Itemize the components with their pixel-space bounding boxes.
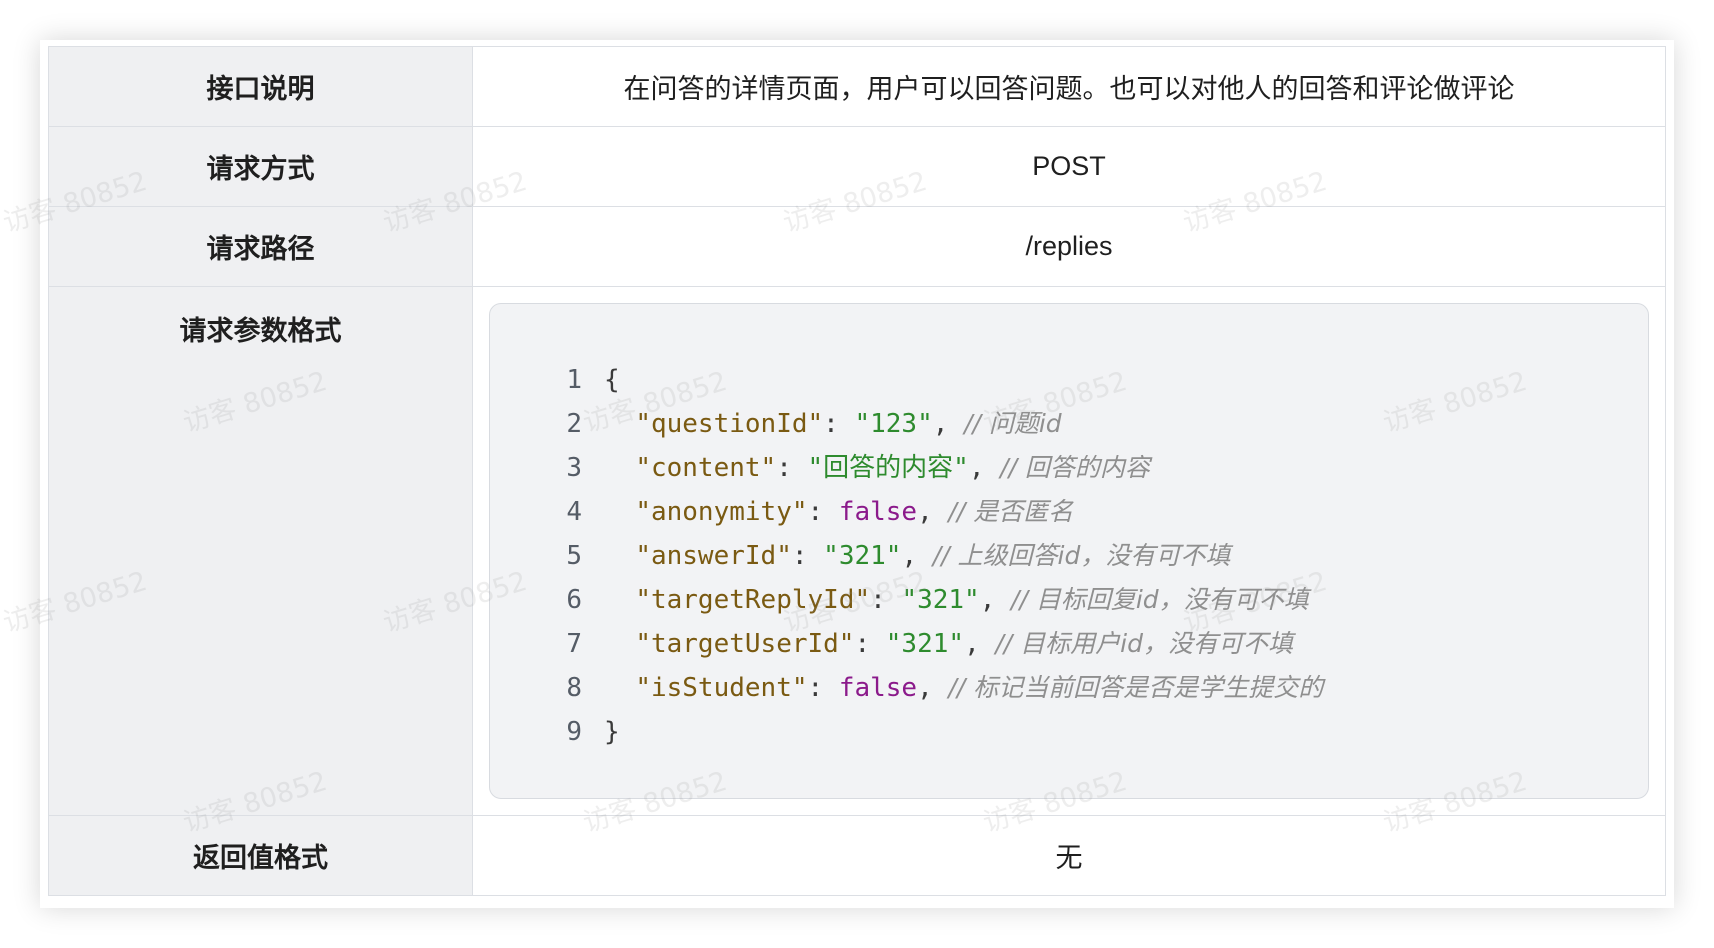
code-token-punc (604, 629, 635, 659)
code-token-punc (604, 497, 635, 527)
code-line: 2 "questionId": "123", // 问题id (490, 402, 1648, 446)
code-token-punc (604, 673, 635, 703)
code-token-punc: : (791, 541, 824, 571)
line-code: { (582, 358, 620, 402)
code-token-key: "isStudent" (635, 673, 808, 703)
value-description: 在问答的详情页面，用户可以回答问题。也可以对他人的回答和评论做评论 (472, 46, 1666, 127)
line-number: 4 (566, 497, 582, 527)
value-params: 1{2 "questionId": "123", // 问题id 3 "conte… (472, 286, 1666, 816)
code-token-key: "questionId" (635, 409, 824, 439)
code-line: 6 "targetReplyId": "321", // 目标回复id，没有可不… (490, 578, 1648, 622)
code-token-key: "anonymity" (635, 497, 808, 527)
label-path: 请求路径 (48, 206, 473, 287)
code-token-key: "content" (635, 453, 777, 483)
line-code: "targetReplyId": "321", // 目标回复id，没有可不填 (582, 578, 1309, 622)
code-token-str: "321" (823, 541, 902, 571)
table-row-params: 请求参数格式 1{2 "questionId": "123", // 问题id 3… (48, 286, 1666, 816)
line-number: 2 (566, 409, 582, 439)
code-token-punc: , (901, 541, 933, 571)
line-number: 8 (566, 673, 582, 703)
line-code: "content": "回答的内容", // 回答的内容 (582, 446, 1150, 490)
code-line: 4 "anonymity": false, // 是否匿名 (490, 490, 1648, 534)
api-spec-table: 接口说明 在问答的详情页面，用户可以回答问题。也可以对他人的回答和评论做评论 请… (48, 46, 1666, 896)
label-method: 请求方式 (48, 126, 473, 207)
value-method: POST (472, 126, 1666, 207)
line-code: } (582, 710, 620, 754)
code-token-punc: , (917, 673, 949, 703)
code-token-key: "targetReplyId" (635, 585, 871, 615)
value-path: /replies (472, 206, 1666, 287)
code-token-punc: , (964, 629, 996, 659)
code-token-str: "123" (854, 409, 933, 439)
code-token-punc: , (968, 453, 1001, 483)
code-line: 1{ (490, 358, 1648, 402)
code-token-punc: } (604, 717, 620, 747)
line-number: 9 (566, 717, 582, 747)
table-row-description: 接口说明 在问答的详情页面，用户可以回答问题。也可以对他人的回答和评论做评论 (48, 46, 1666, 127)
label-description: 接口说明 (48, 46, 473, 127)
code-token-punc: : (807, 673, 839, 703)
code-line: 5 "answerId": "321", // 上级回答id，没有可不填 (490, 534, 1648, 578)
line-number: 6 (566, 585, 582, 615)
value-return: 无 (472, 815, 1666, 896)
code-line: 7 "targetUserId": "321", // 目标用户id，没有可不填 (490, 622, 1648, 666)
line-code: "questionId": "123", // 问题id (582, 402, 1062, 446)
code-token-punc: : (823, 409, 855, 439)
code-token-str: "321" (901, 585, 980, 615)
code-token-punc: : (854, 629, 886, 659)
line-code: "anonymity": false, // 是否匿名 (582, 490, 1073, 534)
table-row-path: 请求路径 /replies (48, 206, 1666, 287)
line-number: 5 (566, 541, 582, 571)
line-code: "targetUserId": "321", // 目标用户id，没有可不填 (582, 622, 1293, 666)
code-token-str: "回答的内容" (807, 453, 969, 483)
code-token-comment: // 问题id (964, 409, 1062, 438)
code-token-key: "targetUserId" (635, 629, 855, 659)
code-token-comment: // 目标用户id，没有可不填 (995, 629, 1293, 658)
code-token-punc: , (917, 497, 949, 527)
code-token-comment: // 上级回答id，没有可不填 (932, 541, 1231, 570)
code-token-comment: // 是否匿名 (948, 497, 1074, 526)
code-token-punc: : (807, 497, 839, 527)
table-row-method: 请求方式 POST (48, 126, 1666, 207)
code-token-punc (604, 585, 635, 615)
line-number: 7 (566, 629, 582, 659)
code-token-punc (604, 409, 635, 439)
code-token-comment: // 目标回复id，没有可不填 (1011, 585, 1309, 614)
line-number: 3 (566, 453, 582, 483)
code-token-punc: : (776, 453, 808, 483)
line-code: "answerId": "321", // 上级回答id，没有可不填 (582, 534, 1230, 578)
label-params: 请求参数格式 (48, 286, 473, 816)
code-line: 8 "isStudent": false, // 标记当前回答是否是学生提交的 (490, 666, 1648, 710)
code-token-punc: { (604, 365, 620, 395)
code-token-bool: false (838, 673, 918, 703)
line-number: 1 (566, 365, 582, 395)
code-token-punc (604, 541, 635, 571)
line-code: "isStudent": false, // 标记当前回答是否是学生提交的 (582, 666, 1323, 710)
code-token-key: "answerId" (635, 541, 792, 571)
code-token-comment: // 标记当前回答是否是学生提交的 (948, 673, 1324, 702)
code-token-punc: , (979, 585, 1012, 615)
table-row-return: 返回值格式 无 (48, 815, 1666, 896)
code-line: 9} (490, 710, 1648, 754)
api-doc-card: 接口说明 在问答的详情页面，用户可以回答问题。也可以对他人的回答和评论做评论 请… (0, 40, 1674, 908)
code-token-punc (604, 453, 635, 483)
code-token-str: "321" (885, 629, 965, 659)
code-token-bool: false (838, 497, 918, 527)
label-return: 返回值格式 (48, 815, 473, 896)
code-block[interactable]: 1{2 "questionId": "123", // 问题id 3 "conte… (489, 303, 1649, 799)
code-token-punc: : (870, 585, 902, 615)
code-token-punc: , (932, 409, 965, 439)
code-line: 3 "content": "回答的内容", // 回答的内容 (490, 446, 1648, 490)
code-token-comment: // 回答的内容 (1000, 453, 1150, 482)
